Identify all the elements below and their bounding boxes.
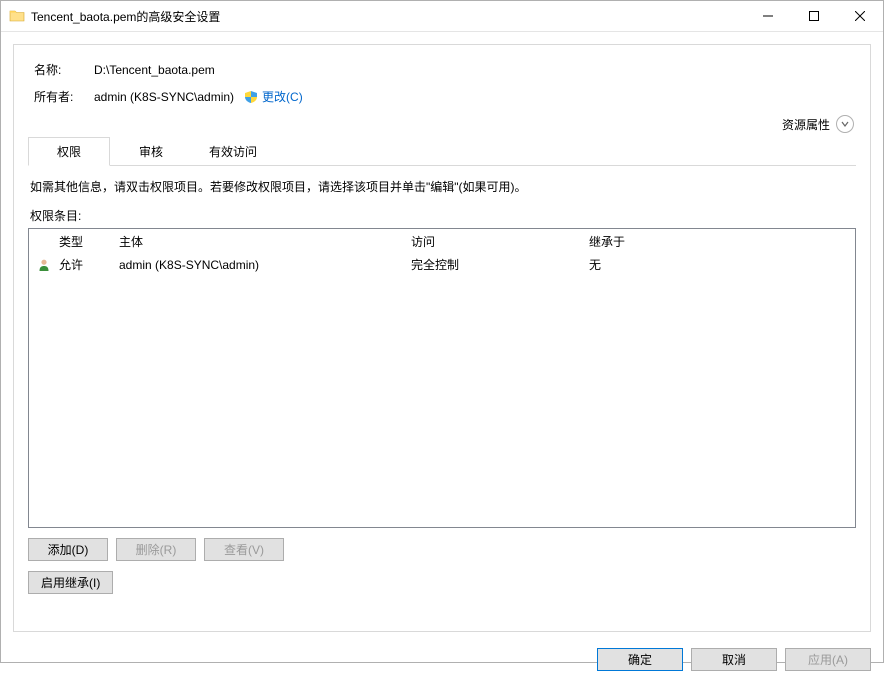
owner-label: 所有者: — [34, 88, 94, 105]
window-title: Tencent_baota.pem的高级安全设置 — [31, 8, 745, 25]
permission-entries-list: 类型 主体 访问 继承于 允许 admin (K8S-SYNC\admin) 完… — [28, 228, 856, 528]
name-value: D:\Tencent_baota.pem — [94, 63, 215, 77]
col-principal-header[interactable]: 主体 — [119, 233, 411, 250]
minimize-button[interactable] — [745, 1, 791, 31]
resource-row: 资源属性 — [28, 115, 856, 133]
enable-inheritance-button[interactable]: 启用继承(I) — [28, 571, 113, 594]
change-owner-link[interactable]: 更改(C) — [262, 88, 303, 105]
tab-effective-access[interactable]: 有效访问 — [192, 137, 274, 165]
user-icon — [37, 258, 59, 272]
instruction-text: 如需其他信息，请双击权限项目。若要修改权限项目，请选择该项目并单击"编辑"(如果… — [28, 178, 856, 195]
close-button[interactable] — [837, 1, 883, 31]
entry-access: 完全控制 — [411, 256, 589, 273]
ok-button[interactable]: 确定 — [597, 648, 683, 671]
name-row: 名称: D:\Tencent_baota.pem — [28, 55, 856, 78]
folder-icon — [9, 8, 25, 24]
expand-resource-button[interactable] — [836, 115, 854, 133]
entries-label: 权限条目: — [28, 207, 856, 224]
owner-row: 所有者: admin (K8S-SYNC\admin) 更改(C) — [28, 88, 856, 105]
col-type-header[interactable]: 类型 — [59, 233, 119, 250]
col-inherit-header[interactable]: 继承于 — [589, 233, 847, 250]
tab-bar: 权限 审核 有效访问 — [28, 137, 856, 166]
col-icon — [37, 233, 59, 250]
list-header: 类型 主体 访问 继承于 — [29, 229, 855, 254]
entry-buttons-row: 添加(D) 删除(R) 查看(V) — [28, 538, 856, 561]
view-button: 查看(V) — [204, 538, 284, 561]
inner-panel: 名称: D:\Tencent_baota.pem 所有者: admin (K8S… — [13, 44, 871, 632]
tab-audit[interactable]: 审核 — [110, 137, 192, 165]
dialog-footer: 确定 取消 应用(A) — [1, 644, 883, 675]
col-access-header[interactable]: 访问 — [411, 233, 589, 250]
permission-entry-row[interactable]: 允许 admin (K8S-SYNC\admin) 完全控制 无 — [29, 254, 855, 275]
shield-icon — [244, 90, 258, 104]
maximize-button[interactable] — [791, 1, 837, 31]
content-area: 名称: D:\Tencent_baota.pem 所有者: admin (K8S… — [1, 32, 883, 644]
name-label: 名称: — [34, 61, 94, 78]
add-button[interactable]: 添加(D) — [28, 538, 108, 561]
cancel-button[interactable]: 取消 — [691, 648, 777, 671]
resource-label: 资源属性 — [782, 116, 830, 133]
entry-type: 允许 — [59, 256, 119, 273]
remove-button: 删除(R) — [116, 538, 196, 561]
entry-inherit: 无 — [589, 256, 847, 273]
title-bar: Tencent_baota.pem的高级安全设置 — [1, 1, 883, 32]
apply-button: 应用(A) — [785, 648, 871, 671]
inherit-buttons-row: 启用继承(I) — [28, 571, 856, 594]
owner-value: admin (K8S-SYNC\admin) — [94, 90, 234, 104]
window-controls — [745, 1, 883, 31]
entry-principal: admin (K8S-SYNC\admin) — [119, 258, 411, 272]
tab-permissions[interactable]: 权限 — [28, 137, 110, 166]
